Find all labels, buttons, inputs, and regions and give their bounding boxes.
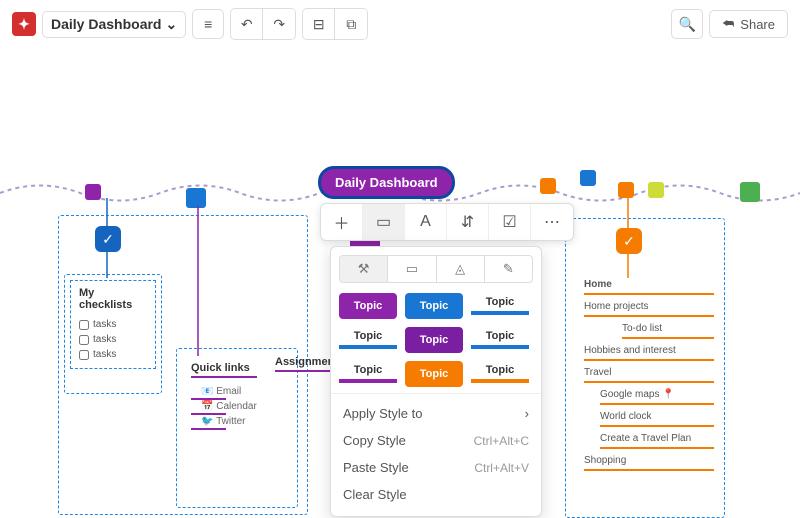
connector-home — [626, 198, 656, 278]
home-item[interactable]: Hobbies and interest — [584, 342, 714, 361]
rect-icon: ▭ — [406, 261, 418, 277]
home-card[interactable]: Home Home projects To-do list Hobbies an… — [584, 276, 714, 474]
layout-button[interactable]: ⇵ — [447, 204, 489, 240]
quicklinks-title: Quick links — [191, 362, 257, 378]
chevron-down-icon: ⌄ — [165, 16, 177, 33]
style-swatch-grid: Topic Topic Topic Topic Topic Topic Topi… — [339, 293, 533, 387]
document-title: Daily Dashboard — [51, 16, 161, 32]
task-checkbox[interactable] — [79, 335, 89, 345]
menu-clear-style[interactable]: Clear Style — [339, 481, 533, 508]
node-marker-lime[interactable] — [648, 182, 664, 198]
text-style-button[interactable]: A — [405, 204, 447, 240]
document-title-dropdown[interactable]: Daily Dashboard ⌄ — [42, 11, 186, 38]
menu-paste-style[interactable]: Paste Style Ctrl+Alt+V — [339, 454, 533, 481]
undo-redo-group: ↶ ↷ — [230, 8, 296, 40]
task-button[interactable]: ☑ — [489, 204, 531, 240]
hierarchy-icon: ⇵ — [461, 212, 474, 232]
checklists-card[interactable]: My checklists tasks tasks tasks — [70, 280, 156, 369]
connector-checklist — [95, 198, 125, 278]
link-row[interactable]: 📧 Email — [191, 384, 257, 399]
undo-button[interactable]: ↶ — [231, 9, 263, 39]
redo-button[interactable]: ↷ — [263, 9, 295, 39]
checkbox-icon: ☑ — [502, 212, 516, 232]
link-row[interactable]: 📅 Calendar — [191, 399, 257, 414]
app-logo[interactable]: ✦ — [12, 12, 36, 36]
home-item[interactable]: Home projects — [584, 298, 714, 317]
tab-magic-style[interactable]: ⚒ — [340, 256, 388, 282]
link-row[interactable]: 🐦 Twitter — [191, 414, 257, 429]
wand-icon: ⚒ — [358, 261, 370, 277]
node-marker-orange[interactable] — [540, 178, 556, 194]
paint-bucket-icon: ◬ — [455, 261, 465, 277]
task-row[interactable]: tasks — [79, 332, 147, 347]
top-toolbar: ✦ Daily Dashboard ⌄ ≡ ↶ ↷ ⊟ ⧉ 🔍 ⮪ Share — [0, 0, 800, 48]
style-swatch-orange-filled[interactable]: Topic — [405, 361, 463, 387]
mindmap-canvas[interactable]: Daily Dashboard ✓ ✓ My checklists tasks … — [0, 48, 800, 514]
pen-icon: ✎ — [503, 261, 514, 277]
node-context-toolbar: ＋ ▭ A ⇵ ☑ ⋯ — [320, 203, 574, 241]
node-marker-blue-2[interactable] — [580, 170, 596, 186]
share-icon: ⮪ — [722, 16, 734, 32]
task-row[interactable]: tasks — [79, 317, 147, 332]
style-swatch-purple2-filled[interactable]: Topic — [405, 327, 463, 353]
checklists-title: My checklists — [79, 287, 147, 311]
share-label: Share — [740, 17, 775, 32]
style-swatch-purple-underline[interactable]: Topic — [339, 361, 397, 383]
root-topic-node[interactable]: Daily Dashboard — [318, 166, 455, 199]
home-item[interactable]: Shopping — [584, 452, 714, 471]
style-swatch-blue-underline[interactable]: Topic — [471, 293, 529, 315]
quicklinks-card[interactable]: Quick links 📧 Email 📅 Calendar 🐦 Twitter — [183, 356, 265, 435]
style-swatch-purple-filled[interactable]: Topic — [339, 293, 397, 319]
home-subitem[interactable]: Google maps 📍 — [600, 386, 714, 405]
tab-border[interactable]: ✎ — [485, 256, 532, 282]
search-button[interactable]: 🔍 — [671, 9, 703, 39]
share-button[interactable]: ⮪ Share — [709, 10, 788, 38]
menu-button[interactable]: ≡ — [192, 9, 224, 39]
more-button[interactable]: ⋯ — [531, 204, 573, 240]
node-marker-orange-2[interactable] — [618, 182, 634, 198]
chevron-right-icon: › — [525, 406, 529, 421]
style-swatch-blue-underline-2[interactable]: Topic — [339, 327, 397, 349]
home-item[interactable]: To-do list — [622, 320, 714, 339]
node-marker-blue[interactable] — [186, 188, 206, 208]
more-icon: ⋯ — [544, 212, 560, 232]
add-sibling-button[interactable]: ＋ — [321, 204, 363, 240]
insert-subtopic-button[interactable]: ⧉ — [335, 9, 367, 39]
tab-fill[interactable]: ◬ — [437, 256, 485, 282]
node-marker-green[interactable] — [740, 182, 760, 202]
search-icon: 🔍 — [678, 16, 695, 33]
separator — [331, 393, 541, 394]
task-row[interactable]: tasks — [79, 347, 147, 362]
style-swatch-blue-underline-3[interactable]: Topic — [471, 327, 529, 349]
home-subitem[interactable]: World clock — [600, 408, 714, 427]
home-item[interactable]: Travel — [584, 364, 714, 383]
insert-topic-button[interactable]: ⊟ — [303, 9, 335, 39]
task-checkbox[interactable] — [79, 320, 89, 330]
task-checkbox[interactable] — [79, 350, 89, 360]
style-swatch-orange-underline[interactable]: Topic — [471, 361, 529, 383]
shape-button[interactable]: ▭ — [363, 204, 405, 240]
style-swatch-blue-filled[interactable]: Topic — [405, 293, 463, 319]
layout-group: ⊟ ⧉ — [302, 8, 368, 40]
plus-icon: ＋ — [333, 210, 349, 234]
style-panel: ⚒ ▭ ◬ ✎ Topic Topic Topic Topic Topic To… — [330, 246, 542, 517]
home-title: Home — [584, 276, 714, 295]
menu-copy-style[interactable]: Copy Style Ctrl+Alt+C — [339, 427, 533, 454]
connector-quicklinks — [196, 206, 226, 356]
home-subitem[interactable]: Create a Travel Plan — [600, 430, 714, 449]
rounded-rect-icon: ▭ — [376, 212, 391, 232]
style-panel-tabs: ⚒ ▭ ◬ ✎ — [339, 255, 533, 283]
text-icon: A — [420, 213, 431, 231]
tab-shape[interactable]: ▭ — [388, 256, 436, 282]
menu-apply-style-to[interactable]: Apply Style to › — [339, 400, 533, 427]
root-topic-label: Daily Dashboard — [335, 175, 438, 190]
